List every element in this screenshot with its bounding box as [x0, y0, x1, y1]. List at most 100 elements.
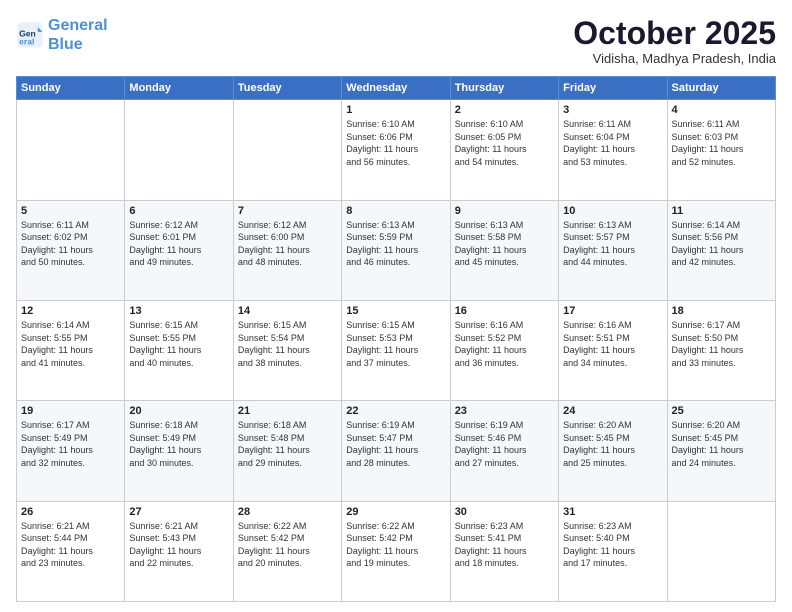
- day-content: Sunrise: 6:15 AM Sunset: 5:55 PM Dayligh…: [129, 319, 228, 369]
- day-content: Sunrise: 6:15 AM Sunset: 5:53 PM Dayligh…: [346, 319, 445, 369]
- day-number: 14: [238, 305, 337, 317]
- calendar-cell: 4Sunrise: 6:11 AM Sunset: 6:03 PM Daylig…: [667, 100, 775, 200]
- calendar-header-monday: Monday: [125, 77, 233, 100]
- day-number: 1: [346, 104, 445, 116]
- day-number: 3: [563, 104, 662, 116]
- day-content: Sunrise: 6:23 AM Sunset: 5:41 PM Dayligh…: [455, 520, 554, 570]
- title-block: October 2025 Vidisha, Madhya Pradesh, In…: [573, 16, 776, 66]
- day-content: Sunrise: 6:13 AM Sunset: 5:59 PM Dayligh…: [346, 219, 445, 269]
- day-number: 15: [346, 305, 445, 317]
- day-content: Sunrise: 6:10 AM Sunset: 6:05 PM Dayligh…: [455, 118, 554, 168]
- day-number: 17: [563, 305, 662, 317]
- day-number: 18: [672, 305, 771, 317]
- day-number: 22: [346, 405, 445, 417]
- day-content: Sunrise: 6:21 AM Sunset: 5:43 PM Dayligh…: [129, 520, 228, 570]
- calendar-cell: 1Sunrise: 6:10 AM Sunset: 6:06 PM Daylig…: [342, 100, 450, 200]
- calendar-header-row: SundayMondayTuesdayWednesdayThursdayFrid…: [17, 77, 776, 100]
- calendar-cell: 23Sunrise: 6:19 AM Sunset: 5:46 PM Dayli…: [450, 401, 558, 501]
- day-number: 2: [455, 104, 554, 116]
- calendar-header-wednesday: Wednesday: [342, 77, 450, 100]
- day-content: Sunrise: 6:22 AM Sunset: 5:42 PM Dayligh…: [346, 520, 445, 570]
- day-content: Sunrise: 6:13 AM Sunset: 5:57 PM Dayligh…: [563, 219, 662, 269]
- day-content: Sunrise: 6:11 AM Sunset: 6:04 PM Dayligh…: [563, 118, 662, 168]
- calendar-cell: 3 Sunrise: 6:11 AM Sunset: 6:04 PM Daylig…: [559, 100, 667, 200]
- calendar-cell: 12Sunrise: 6:14 AM Sunset: 5:55 PM Dayli…: [17, 300, 125, 400]
- day-number: 16: [455, 305, 554, 317]
- day-content: Sunrise: 6:16 AM Sunset: 5:51 PM Dayligh…: [563, 319, 662, 369]
- calendar-cell: 31 Sunrise: 6:23 AM Sunset: 5:40 PM Dayli…: [559, 501, 667, 601]
- day-number: 28: [238, 506, 337, 518]
- logo-icon: Gen eral: [16, 21, 44, 49]
- day-content: Sunrise: 6:14 AM Sunset: 5:55 PM Dayligh…: [21, 319, 120, 369]
- day-content: Sunrise: 6:19 AM Sunset: 5:47 PM Dayligh…: [346, 419, 445, 469]
- month-title: October 2025: [573, 16, 776, 51]
- day-content: Sunrise: 6:22 AM Sunset: 5:42 PM Dayligh…: [238, 520, 337, 570]
- day-content: Sunrise: 6:14 AM Sunset: 5:56 PM Dayligh…: [672, 219, 771, 269]
- calendar-cell: 20 Sunrise: 6:18 AM Sunset: 5:49 PM Dayli…: [125, 401, 233, 501]
- day-number: 27: [129, 506, 228, 518]
- calendar-header-sunday: Sunday: [17, 77, 125, 100]
- day-content: Sunrise: 6:15 AM Sunset: 5:54 PM Dayligh…: [238, 319, 337, 369]
- calendar-cell: 6 Sunrise: 6:12 AM Sunset: 6:01 PM Daylig…: [125, 200, 233, 300]
- logo-text: GeneralBlue: [48, 16, 108, 54]
- calendar-header-friday: Friday: [559, 77, 667, 100]
- day-number: 8: [346, 205, 445, 217]
- day-number: 25: [672, 405, 771, 417]
- header: Gen eral GeneralBlue October 2025 Vidish…: [16, 16, 776, 66]
- calendar-cell: 13 Sunrise: 6:15 AM Sunset: 5:55 PM Dayli…: [125, 300, 233, 400]
- day-number: 31: [563, 506, 662, 518]
- day-number: 26: [21, 506, 120, 518]
- calendar-cell: 28 Sunrise: 6:22 AM Sunset: 5:42 PM Dayli…: [233, 501, 341, 601]
- calendar-header-thursday: Thursday: [450, 77, 558, 100]
- calendar-table: SundayMondayTuesdayWednesdayThursdayFrid…: [16, 76, 776, 602]
- calendar-cell: 17 Sunrise: 6:16 AM Sunset: 5:51 PM Dayli…: [559, 300, 667, 400]
- day-content: Sunrise: 6:18 AM Sunset: 5:48 PM Dayligh…: [238, 419, 337, 469]
- day-number: 23: [455, 405, 554, 417]
- day-number: 24: [563, 405, 662, 417]
- calendar-week-4: 19 Sunrise: 6:17 AM Sunset: 5:49 PM Dayli…: [17, 401, 776, 501]
- calendar-cell: 27 Sunrise: 6:21 AM Sunset: 5:43 PM Dayli…: [125, 501, 233, 601]
- calendar-week-5: 26Sunrise: 6:21 AM Sunset: 5:44 PM Dayli…: [17, 501, 776, 601]
- day-content: Sunrise: 6:11 AM Sunset: 6:02 PM Dayligh…: [21, 219, 120, 269]
- day-number: 9: [455, 205, 554, 217]
- day-number: 19: [21, 405, 120, 417]
- calendar-cell: 25 Sunrise: 6:20 AM Sunset: 5:45 PM Dayli…: [667, 401, 775, 501]
- day-number: 13: [129, 305, 228, 317]
- day-content: Sunrise: 6:11 AM Sunset: 6:03 PM Dayligh…: [672, 118, 771, 168]
- logo: Gen eral GeneralBlue: [16, 16, 108, 54]
- calendar-cell: 5Sunrise: 6:11 AM Sunset: 6:02 PM Daylig…: [17, 200, 125, 300]
- day-content: Sunrise: 6:12 AM Sunset: 6:01 PM Dayligh…: [129, 219, 228, 269]
- day-number: 21: [238, 405, 337, 417]
- day-number: 30: [455, 506, 554, 518]
- day-content: Sunrise: 6:23 AM Sunset: 5:40 PM Dayligh…: [563, 520, 662, 570]
- calendar-cell: 21 Sunrise: 6:18 AM Sunset: 5:48 PM Dayli…: [233, 401, 341, 501]
- day-content: Sunrise: 6:17 AM Sunset: 5:49 PM Dayligh…: [21, 419, 120, 469]
- calendar-cell: 29Sunrise: 6:22 AM Sunset: 5:42 PM Dayli…: [342, 501, 450, 601]
- calendar-cell: 30 Sunrise: 6:23 AM Sunset: 5:41 PM Dayli…: [450, 501, 558, 601]
- calendar-cell: 24Sunrise: 6:20 AM Sunset: 5:45 PM Dayli…: [559, 401, 667, 501]
- calendar-cell: [17, 100, 125, 200]
- day-content: Sunrise: 6:13 AM Sunset: 5:58 PM Dayligh…: [455, 219, 554, 269]
- calendar-cell: 22 Sunrise: 6:19 AM Sunset: 5:47 PM Dayli…: [342, 401, 450, 501]
- day-number: 6: [129, 205, 228, 217]
- day-content: Sunrise: 6:16 AM Sunset: 5:52 PM Dayligh…: [455, 319, 554, 369]
- calendar-cell: 15 Sunrise: 6:15 AM Sunset: 5:53 PM Dayli…: [342, 300, 450, 400]
- location-subtitle: Vidisha, Madhya Pradesh, India: [573, 51, 776, 66]
- day-content: Sunrise: 6:18 AM Sunset: 5:49 PM Dayligh…: [129, 419, 228, 469]
- page: Gen eral GeneralBlue October 2025 Vidish…: [0, 0, 792, 612]
- day-content: Sunrise: 6:20 AM Sunset: 5:45 PM Dayligh…: [672, 419, 771, 469]
- day-number: 20: [129, 405, 228, 417]
- calendar-cell: 16 Sunrise: 6:16 AM Sunset: 5:52 PM Dayli…: [450, 300, 558, 400]
- calendar-cell: [667, 501, 775, 601]
- day-content: Sunrise: 6:17 AM Sunset: 5:50 PM Dayligh…: [672, 319, 771, 369]
- day-number: 11: [672, 205, 771, 217]
- calendar-cell: 9 Sunrise: 6:13 AM Sunset: 5:58 PM Daylig…: [450, 200, 558, 300]
- calendar-cell: 19 Sunrise: 6:17 AM Sunset: 5:49 PM Dayli…: [17, 401, 125, 501]
- svg-text:eral: eral: [19, 37, 34, 47]
- day-number: 10: [563, 205, 662, 217]
- calendar-week-3: 12Sunrise: 6:14 AM Sunset: 5:55 PM Dayli…: [17, 300, 776, 400]
- calendar-header-saturday: Saturday: [667, 77, 775, 100]
- calendar-cell: 8 Sunrise: 6:13 AM Sunset: 5:59 PM Daylig…: [342, 200, 450, 300]
- calendar-cell: 18 Sunrise: 6:17 AM Sunset: 5:50 PM Dayli…: [667, 300, 775, 400]
- calendar-cell: 11 Sunrise: 6:14 AM Sunset: 5:56 PM Dayli…: [667, 200, 775, 300]
